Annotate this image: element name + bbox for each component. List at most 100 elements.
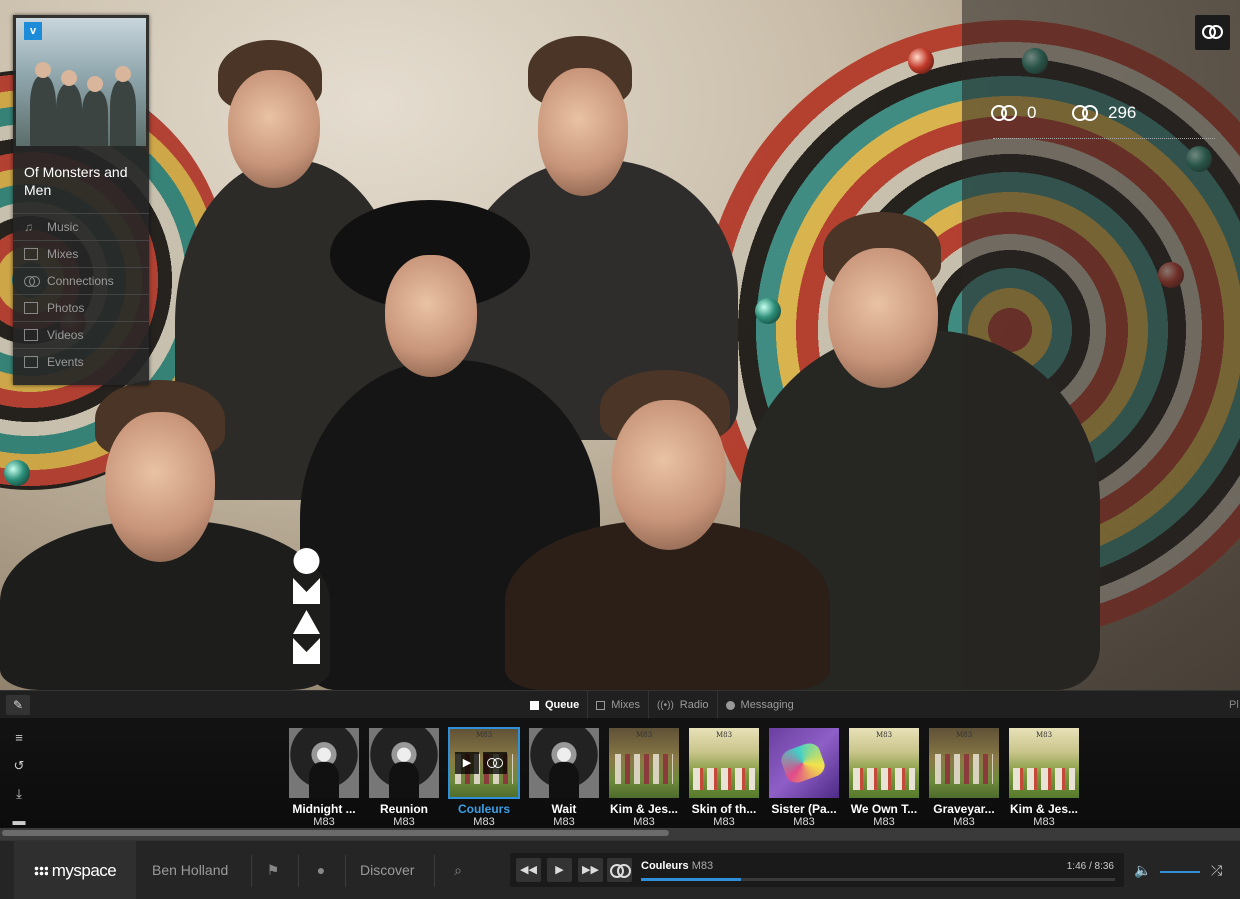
queue-track[interactable]: M83 Skin of th... M83: [684, 728, 764, 828]
thumbnail-figure: [110, 66, 136, 146]
queue-scroll-thumb[interactable]: [2, 830, 670, 836]
tab-label: Mixes: [611, 699, 640, 711]
connect-icon[interactable]: [483, 752, 507, 774]
video-icon: [24, 329, 38, 341]
artist-nav-label: Photos: [47, 301, 85, 315]
track-title: Kim & Jes...: [609, 802, 679, 816]
track-artist[interactable]: M83: [524, 816, 604, 828]
history-icon[interactable]: ↺: [11, 758, 27, 774]
download-icon[interactable]: ⤓: [11, 786, 27, 802]
thumbnail-figure: [30, 62, 56, 146]
pin-button[interactable]: ✎: [6, 695, 30, 715]
tab-label: Queue: [545, 699, 580, 711]
artist-nav-events[interactable]: Events: [13, 348, 149, 375]
track-title: Midnight ...: [292, 802, 356, 816]
track-artist[interactable]: M83: [444, 816, 524, 828]
tab-messaging[interactable]: Messaging: [716, 691, 802, 719]
artist-nav-label: Videos: [47, 328, 84, 342]
album-cover[interactable]: M83: [929, 728, 999, 798]
search-icon[interactable]: ⌕: [449, 861, 467, 879]
band-member-head: [828, 248, 938, 388]
track-title: Reunion: [380, 802, 428, 816]
cover-tag: M83: [475, 731, 493, 739]
artist-nav-mixes[interactable]: Mixes: [13, 240, 149, 267]
album-cover[interactable]: [769, 728, 839, 798]
track-artist[interactable]: M83: [1004, 816, 1084, 828]
user-profile-link[interactable]: Ben Holland: [152, 841, 228, 899]
now-playing-artist[interactable]: M83: [692, 860, 713, 872]
verified-badge[interactable]: v: [24, 22, 42, 40]
band-member-head: [612, 400, 726, 550]
queue-track[interactable]: M83 ▶ Couleurs M83: [444, 720, 524, 832]
album-cover[interactable]: [529, 728, 599, 798]
queue-track[interactable]: M83 Kim & Jes... M83: [604, 728, 684, 828]
track-artist[interactable]: M83: [684, 816, 764, 828]
album-cover[interactable]: M83: [849, 728, 919, 798]
album-cover[interactable]: M83: [609, 728, 679, 798]
album-cover[interactable]: [369, 728, 439, 798]
connect-button[interactable]: [1195, 15, 1230, 50]
band-member-head: [105, 412, 215, 562]
cover-artwork: [853, 768, 915, 790]
artist-nav-connections[interactable]: Connections: [13, 267, 149, 294]
artist-thumbnail[interactable]: v: [16, 18, 146, 146]
queue-track[interactable]: M83 We Own T... M83: [844, 728, 924, 828]
playlist-add-icon[interactable]: ≡: [11, 730, 27, 746]
tab-overflow[interactable]: Pl: [1229, 691, 1239, 719]
myspace-logo[interactable]: myspace: [14, 841, 136, 899]
artist-nav-videos[interactable]: Videos: [13, 321, 149, 348]
now-playing[interactable]: Couleurs M83: [641, 860, 713, 872]
progress-fill: [641, 878, 741, 881]
album-cover[interactable]: M83 ▶: [448, 727, 520, 799]
queue-track[interactable]: Reunion M83: [364, 728, 444, 828]
connection-stat-in[interactable]: 0: [991, 101, 1036, 125]
track-artist[interactable]: M83: [844, 816, 924, 828]
queue-track[interactable]: M83 Graveyar... M83: [924, 728, 1004, 828]
tab-radio[interactable]: ((•)) Radio: [647, 691, 717, 719]
queue-track[interactable]: Wait M83: [524, 728, 604, 828]
artist-name[interactable]: Of Monsters and Men: [24, 163, 144, 199]
queue-track[interactable]: Midnight ... M83: [284, 728, 364, 828]
volume-icon[interactable]: 🔈: [1134, 861, 1152, 879]
artist-nav-label: Connections: [47, 274, 114, 288]
album-cover[interactable]: M83: [689, 728, 759, 798]
track-artist[interactable]: M83: [284, 816, 364, 828]
track-artist[interactable]: M83: [364, 816, 444, 828]
connection-stat-total[interactable]: 296: [1072, 101, 1136, 125]
album-cover[interactable]: [289, 728, 359, 798]
chat-icon[interactable]: ●: [312, 861, 330, 879]
queue-scrollbar[interactable]: [0, 828, 1240, 840]
flag-icon[interactable]: ⚑: [264, 861, 282, 879]
track-title: Kim & Jes...: [1009, 802, 1079, 816]
divider: [434, 855, 435, 887]
artist-nav-photos[interactable]: Photos: [13, 294, 149, 321]
light-bulb: [908, 48, 934, 74]
track-artist[interactable]: M83: [764, 816, 844, 828]
queue-icon: [530, 700, 539, 710]
connections-icon: [24, 275, 40, 287]
artist-nav-music[interactable]: ♫ Music: [13, 213, 149, 240]
tab-mixes[interactable]: Mixes: [587, 691, 648, 719]
volume-slider[interactable]: [1160, 871, 1200, 873]
track-artist[interactable]: M83: [604, 816, 684, 828]
logo-text: myspace: [51, 860, 117, 880]
artist-hero-image: [0, 0, 1240, 690]
mix-icon: [24, 248, 38, 260]
discover-link[interactable]: Discover: [360, 841, 414, 899]
queue-track[interactable]: Sister (Pa... M83: [764, 728, 844, 828]
tab-queue[interactable]: Queue: [522, 691, 587, 719]
thumbnail-figure: [56, 70, 82, 146]
queue-track[interactable]: M83 Kim & Jes... M83: [1004, 728, 1084, 828]
shuffle-icon[interactable]: ⤮: [1211, 861, 1231, 879]
track-artist[interactable]: M83: [924, 816, 1004, 828]
connect-track-button[interactable]: [607, 858, 632, 882]
play-icon[interactable]: ▶: [455, 752, 479, 774]
music-player: ◀◀ ▶ ▶▶ Couleurs M83 1:46 / 8:36: [510, 853, 1124, 887]
next-button[interactable]: ▶▶: [578, 858, 603, 882]
album-cover[interactable]: M83: [1009, 728, 1079, 798]
cover-tag: M83: [875, 731, 893, 739]
trash-icon[interactable]: ▬: [11, 813, 27, 829]
previous-button[interactable]: ◀◀: [516, 858, 541, 882]
progress-bar[interactable]: [641, 878, 1115, 881]
play-button[interactable]: ▶: [547, 858, 572, 882]
